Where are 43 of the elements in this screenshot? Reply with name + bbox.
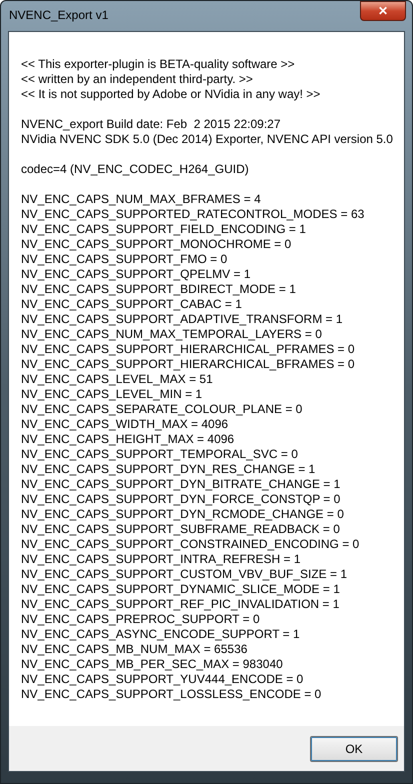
- text-line: NV_ENC_CAPS_SUPPORT_LOSSLESS_ENCODE = 0: [21, 687, 322, 702]
- text-line: NV_ENC_CAPS_SUPPORTED_RATECONTROL_MODES = 63: [21, 207, 366, 222]
- text-line: NV_ENC_CAPS_SUPPORT_DYNAMIC_SLICE_MODE = 1: [21, 582, 341, 597]
- text-line: NV_ENC_CAPS_SUPPORT_QPELMV = 1: [21, 267, 252, 282]
- text-line: NV_ENC_CAPS_SUPPORT_DYN_RES_CHANGE = 1: [21, 462, 316, 477]
- text-line: NV_ENC_CAPS_SUPPORT_CONSTRAINED_ENCODING = 0: [21, 537, 360, 552]
- text-line: NVidia NVENC SDK 5.0 (Dec 2014) Exporter, NVENC API version 5.0: [21, 132, 394, 147]
- text-line: NV_ENC_CAPS_SUPPORT_CUSTOM_VBV_BUF_SIZE = 1: [21, 567, 348, 582]
- text-line: NV_ENC_CAPS_SUPPORT_YUV444_ENCODE = 0: [21, 672, 304, 687]
- text-line: NV_ENC_CAPS_SUPPORT_REF_PIC_INVALIDATION = 1: [21, 597, 340, 612]
- text-line: NV_ENC_CAPS_SUPPORT_DYN_FORCE_CONSTQP = 0: [21, 492, 342, 507]
- text-line: NV_ENC_CAPS_PREPROC_SUPPORT = 0: [21, 612, 261, 627]
- text-line: NV_ENC_CAPS_NUM_MAX_BFRAMES = 4: [21, 192, 262, 207]
- text-line: << written by an independent third-party. >>: [21, 72, 254, 87]
- text-line: NV_ENC_CAPS_SUPPORT_HIERARCHICAL_BFRAMES = 0: [21, 357, 356, 372]
- text-line: codec=4 (NV_ENC_CODEC_H264_GUID): [21, 162, 250, 177]
- text-line: NV_ENC_CAPS_NUM_MAX_TEMPORAL_LAYERS = 0: [21, 327, 323, 342]
- ok-button[interactable]: OK: [310, 736, 398, 762]
- text-line: NV_ENC_CAPS_SUPPORT_DYN_RCMODE_CHANGE = 0: [21, 507, 345, 522]
- text-line: NVENC_export Build date: Feb 2 2015 22:09:27: [21, 117, 282, 132]
- text-line: NV_ENC_CAPS_SUPPORT_INTRA_REFRESH = 1: [21, 552, 302, 567]
- text-line: << This exporter-plugin is BETA-quality software >>: [21, 57, 296, 72]
- text-line: NV_ENC_CAPS_MB_PER_SEC_MAX = 983040: [21, 657, 284, 672]
- text-line: NV_ENC_CAPS_SUPPORT_FMO = 0: [21, 252, 228, 267]
- text-line: NV_ENC_CAPS_SUPPORT_FIELD_ENCODING = 1: [21, 222, 307, 237]
- text-line: NV_ENC_CAPS_ASYNC_ENCODE_SUPPORT = 1: [21, 627, 301, 642]
- text-line: NV_ENC_CAPS_LEVEL_MAX = 51: [21, 372, 214, 387]
- text-line: NV_ENC_CAPS_SUPPORT_SUBFRAME_READBACK = 0: [21, 522, 341, 537]
- close-button[interactable]: ✕: [360, 1, 406, 21]
- text-line: NV_ENC_CAPS_SUPPORT_TEMPORAL_SVC = 0: [21, 447, 299, 462]
- text-line: NV_ENC_CAPS_SUPPORT_DYN_BITRATE_CHANGE = 1: [21, 477, 342, 492]
- text-line: NV_ENC_CAPS_SUPPORT_BDIRECT_MODE = 1: [21, 282, 297, 297]
- text-line: NV_ENC_CAPS_SUPPORT_ADAPTIVE_TRANSFORM = 1: [21, 312, 344, 327]
- text-line: NV_ENC_CAPS_HEIGHT_MAX = 4096: [21, 432, 236, 447]
- text-line: NV_ENC_CAPS_LEVEL_MIN = 1: [21, 387, 204, 402]
- text-line: NV_ENC_CAPS_SEPARATE_COLOUR_PLANE = 0: [21, 402, 304, 417]
- text-line: NV_ENC_CAPS_SUPPORT_HIERARCHICAL_PFRAMES = 0: [21, 342, 356, 357]
- text-line: NV_ENC_CAPS_SUPPORT_MONOCHROME = 0: [21, 237, 292, 252]
- text-line: NV_ENC_CAPS_WIDTH_MAX = 4096: [21, 417, 230, 432]
- window-title: NVENC_Export v1: [9, 7, 108, 23]
- text-line: NV_ENC_CAPS_MB_NUM_MAX = 65536: [21, 642, 248, 657]
- text-line: NV_ENC_CAPS_SUPPORT_CABAC = 1: [21, 297, 243, 312]
- text-line: << It is not supported by Adobe or NVidia in any way! >>: [21, 87, 322, 102]
